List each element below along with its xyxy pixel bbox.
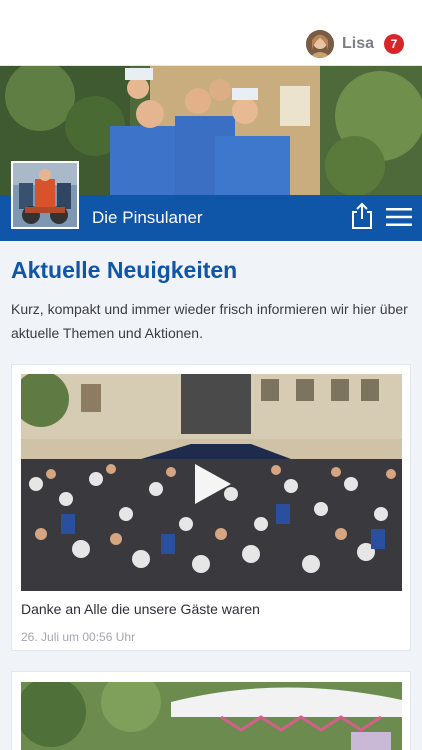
user-profile-button[interactable]: Lisa 7	[305, 28, 404, 60]
post-date: 26. Juli um 00:56 Uhr	[21, 630, 136, 644]
hamburger-menu-icon	[386, 208, 412, 226]
top-bar: Lisa 7	[0, 0, 422, 66]
play-icon	[195, 464, 231, 504]
group-avatar[interactable]	[11, 161, 79, 229]
notification-badge[interactable]: 7	[384, 34, 404, 54]
section-title: Aktuelle Neuigkeiten	[11, 257, 238, 283]
user-name: Lisa	[341, 35, 374, 52]
news-card[interactable]	[11, 671, 411, 750]
post-image[interactable]	[21, 682, 402, 750]
menu-button[interactable]	[386, 207, 412, 227]
share-icon	[352, 202, 372, 229]
news-card[interactable]: Danke an Alle die unsere Gäste waren 26.…	[11, 364, 411, 651]
play-button[interactable]	[191, 462, 233, 506]
avatar[interactable]	[305, 30, 334, 58]
post-title[interactable]: Danke an Alle die unsere Gäste waren	[21, 601, 260, 617]
section-description: Kurz, kompakt und immer wieder frisch in…	[11, 301, 408, 341]
group-title: Die Pinsulaner	[92, 208, 203, 227]
video-thumbnail[interactable]	[21, 374, 402, 591]
share-button[interactable]	[350, 202, 374, 230]
